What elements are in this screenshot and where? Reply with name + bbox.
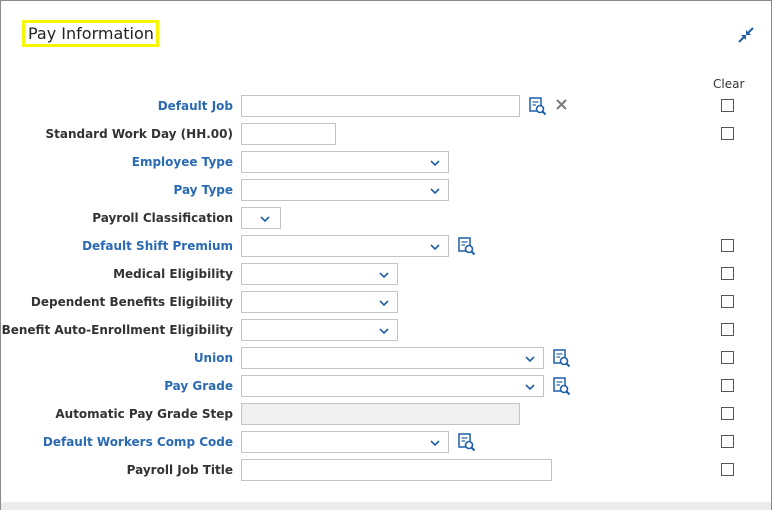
chevron-down-icon bbox=[430, 160, 440, 167]
lookup-search-icon[interactable] bbox=[528, 96, 548, 116]
clear-checkbox-benefit-auto-enrollment-eligibility[interactable] bbox=[721, 323, 734, 336]
row-employee-type: Employee Type bbox=[0, 151, 772, 175]
automatic-pay-grade-step-label: Automatic Pay Grade Step bbox=[55, 407, 233, 421]
clear-checkbox-union[interactable] bbox=[721, 351, 734, 364]
default-workers-comp-code-label[interactable]: Default Workers Comp Code bbox=[43, 435, 233, 449]
default-shift-premium-label[interactable]: Default Shift Premium bbox=[82, 239, 233, 253]
row-dependent-benefits-eligibility: Dependent Benefits Eligibility bbox=[0, 291, 772, 315]
pay-grade-select[interactable] bbox=[241, 375, 544, 397]
row-medical-eligibility: Medical Eligibility bbox=[0, 263, 772, 287]
clear-checkbox-dependent-benefits-eligibility[interactable] bbox=[721, 295, 734, 308]
row-default-job: Default Job bbox=[0, 95, 772, 119]
payroll-classification-label: Payroll Classification bbox=[92, 211, 233, 225]
dependent-benefits-eligibility-label: Dependent Benefits Eligibility bbox=[30, 295, 233, 309]
chevron-down-icon bbox=[525, 356, 535, 363]
row-standard-work-day: Standard Work Day (HH.00) bbox=[0, 123, 772, 147]
payroll-job-title-label: Payroll Job Title bbox=[126, 463, 233, 477]
pay-grade-label[interactable]: Pay Grade bbox=[164, 379, 233, 393]
pay-type-label[interactable]: Pay Type bbox=[173, 183, 233, 197]
clear-checkbox-default-workers-comp-code[interactable] bbox=[721, 435, 734, 448]
employee-type-select[interactable] bbox=[241, 151, 449, 173]
chevron-down-icon bbox=[430, 188, 440, 195]
benefit-auto-enrollment-eligibility-label: Benefit Auto-Enrollment Eligibility bbox=[1, 323, 233, 337]
lookup-search-icon[interactable] bbox=[552, 348, 572, 368]
default-job-input[interactable] bbox=[241, 95, 520, 117]
clear-checkbox-default-shift-premium[interactable] bbox=[721, 239, 734, 252]
section-title: Pay Information bbox=[28, 24, 154, 43]
dependent-benefits-eligibility-select[interactable] bbox=[241, 291, 398, 313]
payroll-job-title-input[interactable] bbox=[241, 459, 552, 481]
standard-work-day-label: Standard Work Day (HH.00) bbox=[45, 127, 233, 141]
row-default-shift-premium: Default Shift Premium bbox=[0, 235, 772, 259]
row-payroll-classification: Payroll Classification bbox=[0, 207, 772, 231]
standard-work-day-input[interactable] bbox=[241, 123, 336, 145]
row-union: Union bbox=[0, 347, 772, 371]
row-pay-grade: Pay Grade bbox=[0, 375, 772, 399]
chevron-down-icon bbox=[430, 440, 440, 447]
default-job-label[interactable]: Default Job bbox=[158, 99, 233, 113]
employee-type-label[interactable]: Employee Type bbox=[132, 155, 233, 169]
lookup-search-icon[interactable] bbox=[457, 236, 477, 256]
row-pay-type: Pay Type bbox=[0, 179, 772, 203]
pay-type-select[interactable] bbox=[241, 179, 449, 201]
default-workers-comp-code-select[interactable] bbox=[241, 431, 449, 453]
medical-eligibility-select[interactable] bbox=[241, 263, 398, 285]
automatic-pay-grade-step-field bbox=[241, 403, 520, 425]
row-payroll-job-title: Payroll Job Title bbox=[0, 459, 772, 483]
benefit-auto-enrollment-eligibility-select[interactable] bbox=[241, 319, 398, 341]
row-benefit-auto-enrollment-eligibility: Benefit Auto-Enrollment Eligibility bbox=[0, 319, 772, 343]
chevron-down-icon bbox=[379, 272, 389, 279]
panel-bottom-edge bbox=[1, 502, 771, 510]
union-label[interactable]: Union bbox=[194, 351, 233, 365]
collapse-arrows-icon[interactable] bbox=[736, 25, 756, 45]
chevron-down-icon bbox=[430, 244, 440, 251]
union-select[interactable] bbox=[241, 347, 544, 369]
payroll-classification-select[interactable] bbox=[241, 207, 281, 229]
close-icon[interactable] bbox=[553, 96, 571, 114]
clear-column-header: Clear bbox=[713, 77, 745, 91]
chevron-down-icon bbox=[379, 300, 389, 307]
clear-checkbox-standard-work-day[interactable] bbox=[721, 127, 734, 140]
clear-checkbox-automatic-pay-grade-step[interactable] bbox=[721, 407, 734, 420]
default-shift-premium-select[interactable] bbox=[241, 235, 449, 257]
clear-checkbox-payroll-job-title[interactable] bbox=[721, 463, 734, 476]
chevron-down-icon bbox=[525, 384, 535, 391]
chevron-down-icon bbox=[260, 216, 270, 223]
medical-eligibility-label: Medical Eligibility bbox=[113, 267, 233, 281]
clear-checkbox-pay-grade[interactable] bbox=[721, 379, 734, 392]
lookup-search-icon[interactable] bbox=[457, 432, 477, 452]
clear-checkbox-default-job[interactable] bbox=[721, 99, 734, 112]
chevron-down-icon bbox=[379, 328, 389, 335]
lookup-search-icon[interactable] bbox=[552, 376, 572, 396]
clear-checkbox-medical-eligibility[interactable] bbox=[721, 267, 734, 280]
row-default-workers-comp-code: Default Workers Comp Code bbox=[0, 431, 772, 455]
row-automatic-pay-grade-step: Automatic Pay Grade Step bbox=[0, 403, 772, 427]
